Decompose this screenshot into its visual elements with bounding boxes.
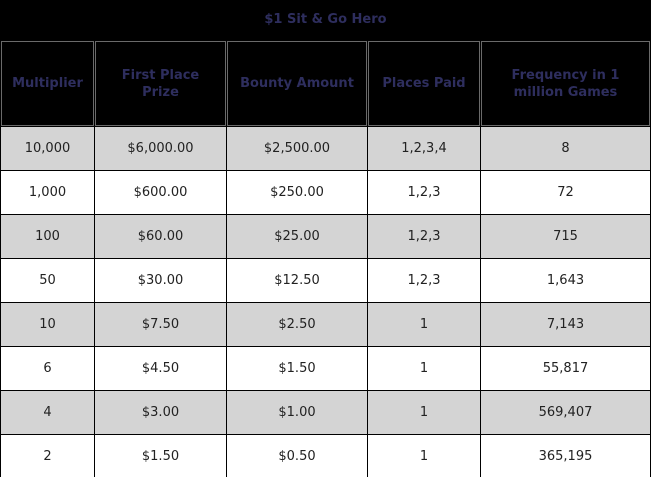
table-row: 100 $60.00 $25.00 1,2,3 715 — [1, 215, 650, 258]
cell-first-place-prize: $1.50 — [95, 435, 226, 477]
cell-bounty-amount: $12.50 — [227, 259, 367, 302]
cell-multiplier: 10,000 — [1, 127, 94, 170]
cell-first-place-prize: $3.00 — [95, 391, 226, 434]
header-row: Multiplier First Place Prize Bounty Amou… — [1, 41, 650, 126]
cell-multiplier: 1,000 — [1, 171, 94, 214]
cell-multiplier: 50 — [1, 259, 94, 302]
cell-bounty-amount: $2.50 — [227, 303, 367, 346]
cell-first-place-prize: $4.50 — [95, 347, 226, 390]
cell-places-paid: 1,2,3 — [368, 215, 480, 258]
cell-multiplier: 100 — [1, 215, 94, 258]
cell-multiplier: 6 — [1, 347, 94, 390]
prize-table: Multiplier First Place Prize Bounty Amou… — [0, 40, 651, 477]
cell-places-paid: 1,2,3 — [368, 259, 480, 302]
cell-frequency: 8 — [481, 127, 650, 170]
table-row: 10,000 $6,000.00 $2,500.00 1,2,3,4 8 — [1, 127, 650, 170]
cell-places-paid: 1,2,3,4 — [368, 127, 480, 170]
page: $1 Sit & Go Hero Multiplier First Place … — [0, 0, 651, 477]
cell-multiplier: 2 — [1, 435, 94, 477]
cell-frequency: 715 — [481, 215, 650, 258]
cell-bounty-amount: $1.50 — [227, 347, 367, 390]
table-row: 10 $7.50 $2.50 1 7,143 — [1, 303, 650, 346]
cell-bounty-amount: $1.00 — [227, 391, 367, 434]
cell-bounty-amount: $0.50 — [227, 435, 367, 477]
cell-bounty-amount: $2,500.00 — [227, 127, 367, 170]
table-row: 4 $3.00 $1.00 1 569,407 — [1, 391, 650, 434]
cell-first-place-prize: $60.00 — [95, 215, 226, 258]
table-row: 50 $30.00 $12.50 1,2,3 1,643 — [1, 259, 650, 302]
cell-multiplier: 10 — [1, 303, 94, 346]
cell-places-paid: 1,2,3 — [368, 171, 480, 214]
cell-frequency: 1,643 — [481, 259, 650, 302]
cell-places-paid: 1 — [368, 347, 480, 390]
column-header-bounty-amount: Bounty Amount — [227, 41, 367, 126]
column-header-frequency: Frequency in 1 million Games — [481, 41, 650, 126]
cell-bounty-amount: $250.00 — [227, 171, 367, 214]
cell-frequency: 7,143 — [481, 303, 650, 346]
cell-multiplier: 4 — [1, 391, 94, 434]
table-row: 1,000 $600.00 $250.00 1,2,3 72 — [1, 171, 650, 214]
table-row: 6 $4.50 $1.50 1 55,817 — [1, 347, 650, 390]
cell-frequency: 72 — [481, 171, 650, 214]
cell-frequency: 365,195 — [481, 435, 650, 477]
cell-first-place-prize: $30.00 — [95, 259, 226, 302]
cell-places-paid: 1 — [368, 303, 480, 346]
cell-first-place-prize: $6,000.00 — [95, 127, 226, 170]
cell-frequency: 55,817 — [481, 347, 650, 390]
cell-bounty-amount: $25.00 — [227, 215, 367, 258]
table-title: $1 Sit & Go Hero — [0, 0, 651, 38]
column-header-first-place-prize: First Place Prize — [95, 41, 226, 126]
cell-first-place-prize: $7.50 — [95, 303, 226, 346]
cell-places-paid: 1 — [368, 391, 480, 434]
cell-frequency: 569,407 — [481, 391, 650, 434]
column-header-places-paid: Places Paid — [368, 41, 480, 126]
table-row: 2 $1.50 $0.50 1 365,195 — [1, 435, 650, 477]
column-header-multiplier: Multiplier — [1, 41, 94, 126]
cell-places-paid: 1 — [368, 435, 480, 477]
cell-first-place-prize: $600.00 — [95, 171, 226, 214]
